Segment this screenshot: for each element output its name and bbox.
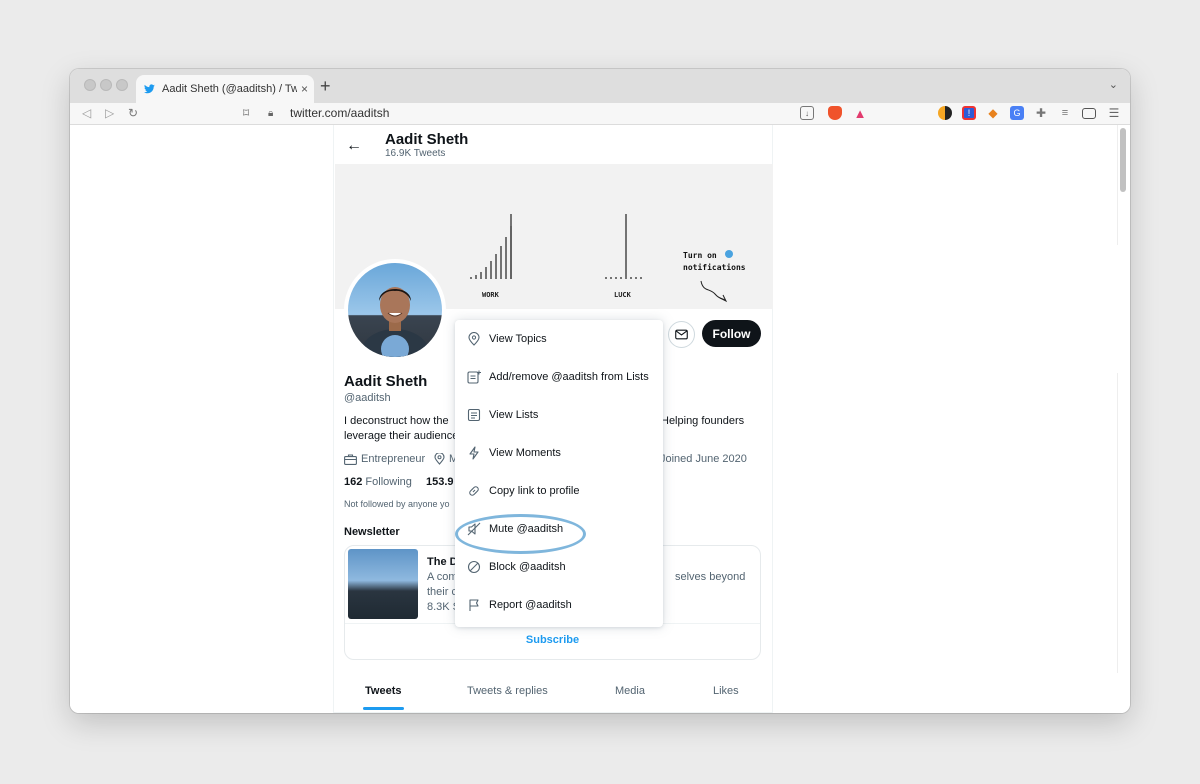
message-button[interactable] xyxy=(668,321,695,348)
tab-strip: Aadit Sheth (@aaditsh) / Twitter × + ⌄ xyxy=(70,69,1130,103)
zoom-window-button[interactable] xyxy=(116,79,128,91)
newsletter-desc-line1: A com xyxy=(427,571,458,583)
envelope-icon xyxy=(675,329,688,340)
list-add-icon xyxy=(467,370,481,384)
profile-joined: Joined June 2020 xyxy=(660,453,747,465)
extensions-puzzle-icon[interactable]: ✚ xyxy=(1034,106,1048,120)
link-icon xyxy=(469,486,479,496)
followers-count[interactable]: 153.9 xyxy=(426,476,454,488)
followers-number: 153.9 xyxy=(426,476,454,488)
header-tweet-count: 16.9K Tweets xyxy=(385,148,446,159)
tab-tweets[interactable]: Tweets xyxy=(365,685,401,697)
bookmark-icon[interactable]: ⌑ xyxy=(243,106,249,120)
menu-item-label: View Lists xyxy=(489,409,539,421)
newsletter-desc-line1-right: selves beyond xyxy=(675,571,746,583)
more-options-menu: View Topics Add/remove @aaditsh from Lis… xyxy=(455,320,663,627)
avatar-person-graphic xyxy=(361,287,429,357)
address-bar[interactable]: 🔒︎ twitter.com/aaditsh xyxy=(268,103,874,123)
page-scrollbar[interactable] xyxy=(1120,128,1126,192)
menu-item-report[interactable]: Report @aaditsh xyxy=(455,586,663,624)
menu-icon[interactable]: ☰ xyxy=(1107,106,1121,120)
forward-nav-button[interactable]: ▷ xyxy=(105,106,114,120)
profile-avatar[interactable] xyxy=(344,259,446,361)
browser-tab[interactable]: Aadit Sheth (@aaditsh) / Twitter × xyxy=(136,75,314,103)
brave-shield-icon[interactable] xyxy=(828,106,842,120)
active-tab-indicator xyxy=(363,707,404,710)
new-tab-button[interactable]: + xyxy=(320,76,331,97)
block-icon xyxy=(467,560,481,574)
twitter-bird-icon xyxy=(144,84,155,94)
not-followed-text: Not followed by anyone yo xyxy=(344,499,450,509)
header-name: Aadit Sheth xyxy=(385,131,469,148)
newsletter-heading: Newsletter xyxy=(344,526,400,538)
menu-item-label: View Topics xyxy=(489,333,547,345)
banner-label-work: WORK xyxy=(482,291,499,299)
banner-note-line1: Turn on xyxy=(683,251,717,260)
menu-item-add-remove-lists[interactable]: Add/remove @aaditsh from Lists xyxy=(455,358,663,396)
page-content: ← Aadit Sheth 16.9K Tweets WORK LUCK Tur… xyxy=(70,125,1130,713)
menu-item-view-topics[interactable]: View Topics xyxy=(455,320,663,358)
newsletter-desc-line2: their c xyxy=(427,586,457,598)
menu-item-view-lists[interactable]: View Lists xyxy=(455,396,663,434)
tab-tweets-replies[interactable]: Tweets & replies xyxy=(467,685,548,697)
topic-icon xyxy=(468,332,480,346)
following-number: 162 xyxy=(344,476,363,488)
menu-item-view-moments[interactable]: View Moments xyxy=(455,434,663,472)
banner-note-line2: notifications xyxy=(683,263,746,272)
profile-category: Entrepreneur xyxy=(344,453,425,465)
menu-item-label: Block @aaditsh xyxy=(489,561,566,573)
metamask-icon[interactable]: ◆ xyxy=(986,106,1000,120)
profile-tabs: Tweets Tweets & replies Media Likes xyxy=(334,677,772,713)
menu-item-label: View Moments xyxy=(489,447,561,459)
newsletter-title: The D xyxy=(427,556,458,568)
tab-close-icon[interactable]: × xyxy=(301,82,308,96)
profile-bio-line1-right: Helping founders xyxy=(661,415,745,427)
back-arrow-icon[interactable]: ← xyxy=(346,137,362,155)
following-label: Following xyxy=(365,476,412,488)
following-count[interactable]: 162 Following xyxy=(344,476,412,488)
list-icon xyxy=(467,408,481,422)
profile-bio-line1: I deconstruct how the xyxy=(344,415,449,427)
wallet-icon[interactable] xyxy=(1082,108,1096,119)
download-icon[interactable]: ↓ xyxy=(800,106,814,120)
profile-handle: @aaditsh xyxy=(344,392,391,404)
newsletter-image xyxy=(348,549,418,619)
briefcase-icon xyxy=(344,453,357,465)
profile-name: Aadit Sheth xyxy=(344,373,428,390)
minimize-window-button[interactable] xyxy=(100,79,112,91)
mute-highlight-annotation xyxy=(455,514,586,554)
follow-button[interactable]: Follow xyxy=(702,320,761,347)
profile-bio-line2: leverage their audience xyxy=(344,430,459,442)
menu-item-label: Add/remove @aaditsh from Lists xyxy=(489,371,649,383)
brave-rewards-icon[interactable]: ▲ xyxy=(853,106,867,121)
browser-toolbar: ◁ ▷ ↻ ⌑ 🔒︎ twitter.com/aaditsh ↓ ▲ ! ◆ G… xyxy=(70,103,1130,125)
reading-list-icon[interactable]: ≡ xyxy=(1058,106,1072,120)
browser-window: Aadit Sheth (@aaditsh) / Twitter × + ⌄ ◁… xyxy=(70,69,1130,713)
translate-icon[interactable]: G xyxy=(1010,106,1024,120)
subscribe-button[interactable]: Subscribe xyxy=(345,634,760,646)
lightning-icon xyxy=(469,446,479,460)
banner-label-luck: LUCK xyxy=(614,291,631,299)
lock-icon: 🔒︎ xyxy=(268,107,274,119)
tab-likes[interactable]: Likes xyxy=(713,685,739,697)
tab-title: Aadit Sheth (@aaditsh) / Twitter xyxy=(162,83,297,95)
reload-button[interactable]: ↻ xyxy=(128,106,138,120)
banner-note: Turn on notifications xyxy=(683,250,746,274)
menu-item-copy-link[interactable]: Copy link to profile xyxy=(455,472,663,510)
location-pin-icon xyxy=(434,453,445,465)
extension-2-icon[interactable]: ! xyxy=(962,106,976,120)
tab-search-button[interactable]: ⌄ xyxy=(1109,78,1118,91)
close-window-button[interactable] xyxy=(84,79,96,91)
menu-item-label: Copy link to profile xyxy=(489,485,580,497)
flag-icon xyxy=(469,599,479,611)
menu-item-block[interactable]: Block @aaditsh xyxy=(455,548,663,586)
profile-category-text: Entrepreneur xyxy=(361,453,426,465)
back-nav-button[interactable]: ◁ xyxy=(82,106,91,120)
tab-media[interactable]: Media xyxy=(615,685,645,697)
url-text: twitter.com/aaditsh xyxy=(290,106,390,120)
menu-item-label: Report @aaditsh xyxy=(489,599,572,611)
extension-1-icon[interactable] xyxy=(938,106,952,120)
